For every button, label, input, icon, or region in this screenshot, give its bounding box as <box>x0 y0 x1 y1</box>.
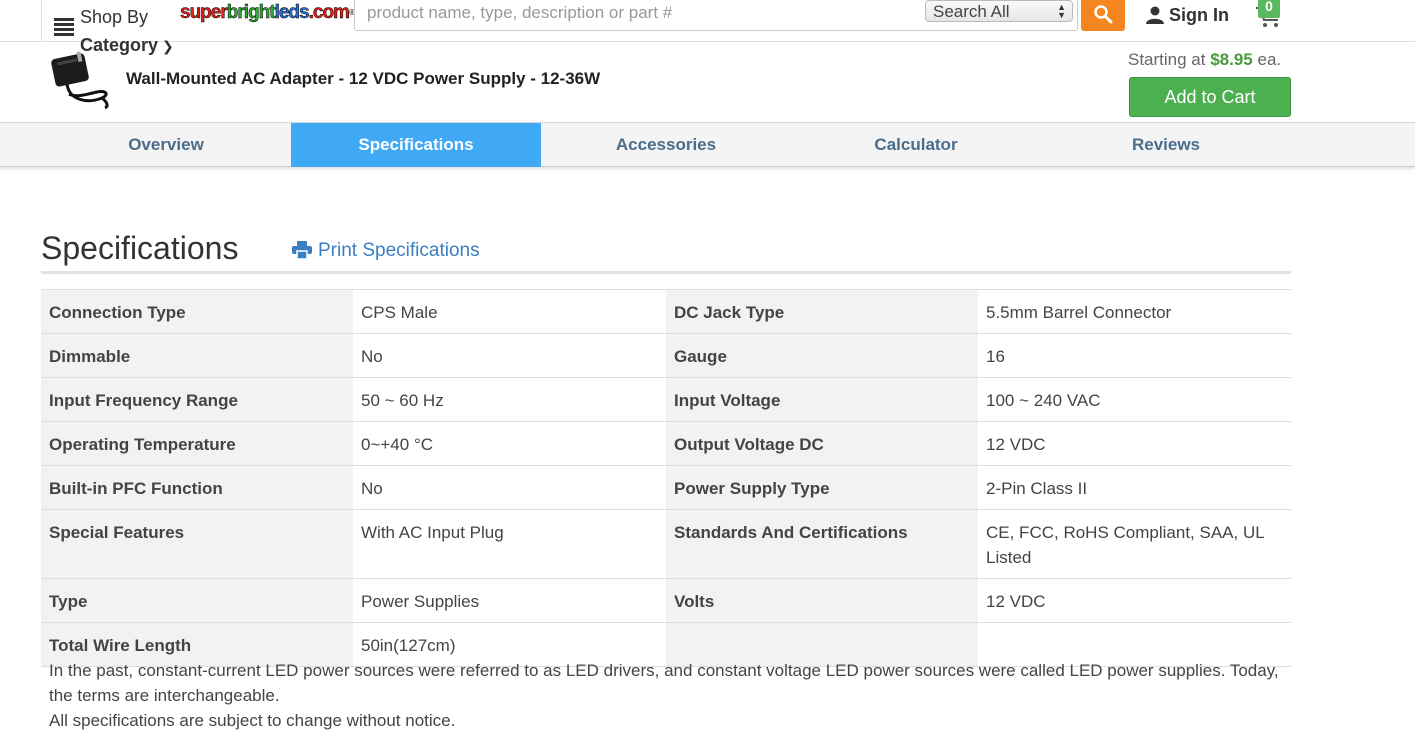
product-title: Wall-Mounted AC Adapter - 12 VDC Power S… <box>126 69 601 88</box>
sign-in-link[interactable]: Sign In <box>1146 5 1229 29</box>
site-logo[interactable]: superbrightleds.com® <box>180 2 355 23</box>
table-row: Built-in PFC Function No Power Supply Ty… <box>41 465 1291 510</box>
spec-name: Input Frequency Range <box>41 377 353 422</box>
search-input[interactable] <box>355 0 915 30</box>
spec-name: Operating Temperature <box>41 421 353 466</box>
spec-name: Special Features <box>41 509 353 579</box>
spec-value: CE, FCC, RoHS Compliant, SAA, UL Listed <box>978 509 1291 579</box>
table-row: Type Power Supplies Volts 12 VDC <box>41 578 1291 623</box>
search-scope-select[interactable]: Search All ▲ ▼ <box>925 0 1073 22</box>
price-amount: $8.95 <box>1210 50 1253 69</box>
specifications-note: In the past, constant-current LED power … <box>49 658 1279 733</box>
search-bar: Search All ▲▼ <box>354 0 1078 31</box>
note-line: All specifications are subject to change… <box>49 711 456 730</box>
search-icon <box>1094 5 1113 24</box>
specifications-heading: Specifications <box>41 230 239 266</box>
spec-value: CPS Male <box>353 289 666 334</box>
spec-value: 2-Pin Class II <box>978 465 1291 510</box>
spec-name: Standards And Certifications <box>666 509 978 579</box>
spec-value: 50 ~ 60 Hz <box>353 377 666 422</box>
spec-value: 0~+40 °C <box>353 421 666 466</box>
spec-name: Dimmable <box>41 333 353 378</box>
table-row: Special Features With AC Input Plug Stan… <box>41 509 1291 579</box>
print-specifications-link[interactable]: Print Specifications <box>292 240 480 262</box>
spec-value: 12 VDC <box>978 578 1291 623</box>
add-to-cart-button[interactable]: Add to Cart <box>1129 77 1291 117</box>
table-row: Connection Type CPS Male DC Jack Type 5.… <box>41 289 1291 334</box>
table-row: Operating Temperature 0~+40 °C Output Vo… <box>41 421 1291 466</box>
spec-value: No <box>353 465 666 510</box>
select-arrows-icon: ▲ ▼ <box>1057 2 1066 20</box>
search-button[interactable] <box>1081 0 1125 31</box>
spec-value: 5.5mm Barrel Connector <box>978 289 1291 334</box>
spec-name: Gauge <box>666 333 978 378</box>
price-line: Starting at $8.95 ea. <box>1128 50 1282 69</box>
specifications-table: Connection Type CPS Male DC Jack Type 5.… <box>41 289 1291 667</box>
spec-value: Power Supplies <box>353 578 666 623</box>
spec-name: Built-in PFC Function <box>41 465 353 510</box>
user-icon <box>1146 6 1164 24</box>
spec-name: Connection Type <box>41 289 353 334</box>
spec-value: No <box>353 333 666 378</box>
printer-icon <box>292 241 312 260</box>
cart-button[interactable]: 0 <box>1254 0 1284 27</box>
hamburger-icon <box>54 18 74 36</box>
shop-by-category-button[interactable]: Shop By Category ❯ <box>41 0 181 55</box>
chevron-down-icon: ❯ <box>162 38 174 54</box>
shop-by-label: Shop By <box>80 7 149 27</box>
spec-value: With AC Input Plug <box>353 509 666 579</box>
spec-value: 12 VDC <box>978 421 1291 466</box>
spec-value: 16 <box>978 333 1291 378</box>
note-line: In the past, constant-current LED power … <box>49 661 1279 705</box>
spec-name: Power Supply Type <box>666 465 978 510</box>
table-row: Input Frequency Range 50 ~ 60 Hz Input V… <box>41 377 1291 422</box>
spec-name: Output Voltage DC <box>666 421 978 466</box>
spec-name: DC Jack Type <box>666 289 978 334</box>
table-row: Dimmable No Gauge 16 <box>41 333 1291 378</box>
tab-calculator[interactable]: Calculator <box>791 123 1041 167</box>
spec-name: Volts <box>666 578 978 623</box>
top-header: Shop By Category❯ superbrightleds.com® S… <box>0 0 1415 55</box>
product-thumbnail[interactable] <box>47 50 113 110</box>
spec-name: Input Voltage <box>666 377 978 422</box>
spec-name: Type <box>41 578 353 623</box>
heading-divider <box>41 271 1291 274</box>
product-tabs: Overview Specifications Accessories Calc… <box>0 122 1415 167</box>
cart-count-badge: 0 <box>1258 0 1280 18</box>
tab-overview[interactable]: Overview <box>41 123 291 167</box>
spec-value: 100 ~ 240 VAC <box>978 377 1291 422</box>
tab-accessories[interactable]: Accessories <box>541 123 791 167</box>
tab-reviews[interactable]: Reviews <box>1041 123 1291 167</box>
tab-specifications[interactable]: Specifications <box>291 123 541 167</box>
